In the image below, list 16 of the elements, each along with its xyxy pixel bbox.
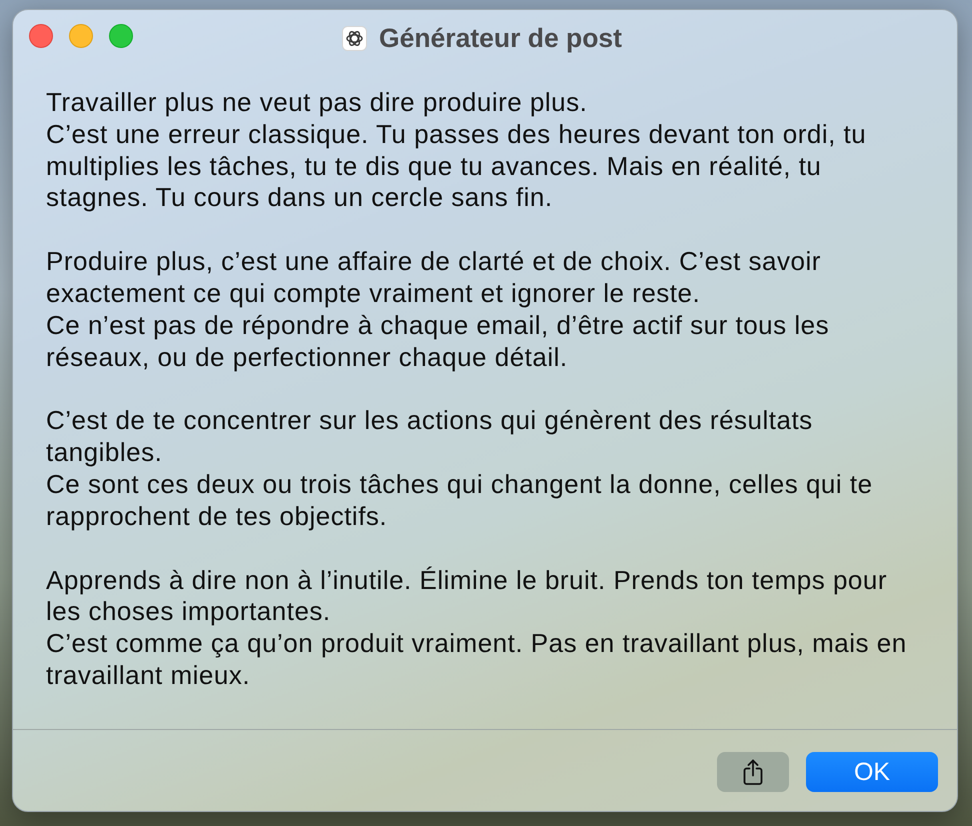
share-icon <box>743 759 763 785</box>
app-logo-icon <box>342 26 367 51</box>
minimize-button[interactable] <box>69 24 93 48</box>
paragraph-text: Produire plus, c’est une affaire de clarté et de choix. C’est savoir exactement ce qui compte vraiment et ignorer le reste. <box>46 246 822 310</box>
window-title: Générateur de post <box>379 25 622 52</box>
share-button[interactable] <box>717 752 789 792</box>
close-button[interactable] <box>29 24 53 48</box>
zoom-button[interactable] <box>109 24 133 48</box>
paragraph-text: Travailler plus ne veut pas dire produire plus. <box>46 87 588 119</box>
paragraph-text: C’est de te concentrer sur les actions qui génèrent des résultats tangibles. <box>46 405 814 469</box>
paragraph-text: C’est une erreur classique. Tu passes des heures devant ton ordi, tu multiplies les tâches, tu te dis que tu avances. Mais en réalité, tu stagnes. Tu cours dans un cercle sans fin. <box>46 118 868 214</box>
paragraph-text: Ce sont ces deux ou trois tâches qui changent la donne, celles qui te rapprochent de tes objectifs. <box>46 468 874 533</box>
paragraph-text: Apprends à dire non à l’inutile. Élimine le bruit. Prends ton temps pour les choses importantes. <box>46 564 888 628</box>
ok-button[interactable]: OK <box>806 752 938 792</box>
paragraph-text: Ce n’est pas de répondre à chaque email, d’être actif sur tous les réseaux, ou de perfectionner chaque détail. <box>46 310 830 374</box>
paragraph-text: C’est comme ça qu’on produit vraiment. Pas en travaillant plus, mais en travaillant mieux. <box>46 628 908 692</box>
